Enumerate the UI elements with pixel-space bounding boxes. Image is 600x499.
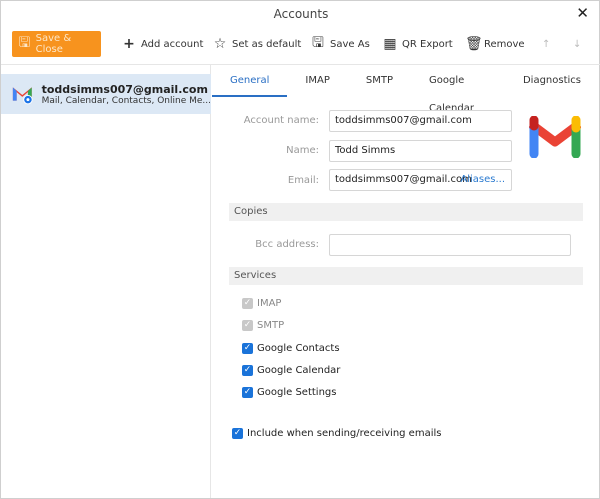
gmail-icon bbox=[12, 87, 33, 105]
account-name-input[interactable]: toddsimms007@gmail.com bbox=[329, 110, 512, 132]
accounts-window: Accounts ✕ 🖫 Save & Close + Add account ☆ S… bbox=[0, 0, 600, 499]
check-icon: ✓ bbox=[242, 320, 253, 331]
add-account-button[interactable]: + Add account bbox=[122, 31, 203, 57]
email-label: Email: bbox=[287, 175, 319, 186]
move-down-button[interactable]: ↓ bbox=[573, 31, 581, 57]
star-icon: ☆ bbox=[213, 36, 227, 52]
copies-header: Copies bbox=[229, 203, 583, 221]
save-icon: 🖫 bbox=[18, 35, 31, 51]
bcc-input[interactable] bbox=[329, 234, 571, 256]
check-icon: ✓ bbox=[242, 298, 253, 309]
name-label: Name: bbox=[286, 145, 319, 156]
smtp-checkbox[interactable]: ✓ SMTP bbox=[242, 320, 284, 331]
window-title: Accounts bbox=[273, 7, 329, 21]
save-close-button[interactable]: 🖫 Save & Close bbox=[12, 31, 101, 57]
tab-bar: General IMAP SMTP Google Calendar Diagno… bbox=[212, 67, 599, 114]
trash-icon: 🗑 bbox=[465, 36, 483, 52]
arrow-down-icon: ↓ bbox=[573, 38, 582, 50]
arrow-up-icon: ↑ bbox=[542, 38, 551, 50]
save-icon: 🖫 bbox=[312, 35, 324, 51]
gmail-logo bbox=[529, 116, 581, 158]
remove-button[interactable]: 🗑 Remove bbox=[465, 31, 525, 57]
services-header: Services bbox=[229, 267, 583, 285]
imap-checkbox[interactable]: ✓ IMAP bbox=[242, 298, 281, 309]
move-up-button[interactable]: ↑ bbox=[542, 31, 550, 57]
tab-google-calendar[interactable]: Google Calendar bbox=[411, 67, 505, 114]
tab-general[interactable]: General bbox=[212, 67, 288, 97]
google-contacts-checkbox[interactable]: ✓ Google Contacts bbox=[242, 343, 340, 354]
tab-smtp[interactable]: SMTP bbox=[348, 67, 411, 97]
check-icon: ✓ bbox=[242, 387, 253, 398]
aliases-link[interactable]: Aliases... bbox=[460, 170, 505, 190]
check-icon: ✓ bbox=[242, 343, 253, 354]
account-list: toddsimms007@gmail.com Mail, Calendar, Co… bbox=[1, 65, 211, 498]
save-as-button[interactable]: 🖫 Save As bbox=[311, 31, 370, 57]
include-send-receive-checkbox[interactable]: ✓ Include when sending/receiving emails bbox=[232, 428, 441, 439]
tab-imap[interactable]: IMAP bbox=[287, 67, 347, 97]
google-settings-checkbox[interactable]: ✓ Google Settings bbox=[242, 387, 336, 398]
check-icon: ✓ bbox=[232, 428, 243, 439]
check-icon: ✓ bbox=[242, 365, 253, 376]
close-icon[interactable]: ✕ bbox=[576, 4, 589, 22]
bcc-label: Bcc address: bbox=[255, 239, 319, 250]
account-item[interactable]: toddsimms007@gmail.com Mail, Calendar, Co… bbox=[1, 74, 211, 114]
email-input[interactable]: toddsimms007@gmail.com Aliases... bbox=[329, 169, 512, 191]
google-calendar-checkbox[interactable]: ✓ Google Calendar bbox=[242, 365, 340, 376]
name-input[interactable]: Todd Simms bbox=[329, 140, 512, 162]
qr-code-icon: ▦ bbox=[383, 36, 397, 52]
set-default-button[interactable]: ☆ Set as default bbox=[213, 31, 302, 57]
tab-diagnostics[interactable]: Diagnostics bbox=[505, 67, 599, 97]
account-name-label: Account name: bbox=[243, 115, 319, 126]
plus-icon: + bbox=[123, 36, 135, 52]
qr-export-button[interactable]: ▦ QR Export bbox=[383, 31, 452, 57]
